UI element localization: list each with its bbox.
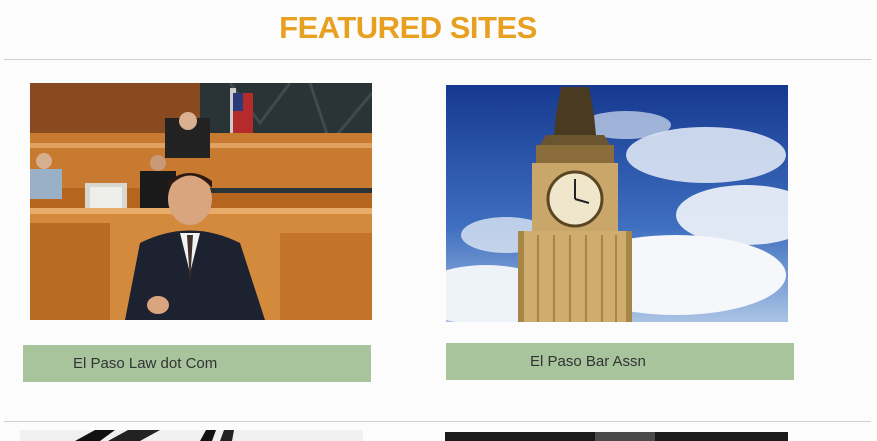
- el-paso-law-label: El Paso Law dot Com: [73, 355, 218, 372]
- el-paso-law-link[interactable]: El Paso Law dot Com: [23, 345, 371, 382]
- next-site-photo[interactable]: [20, 430, 363, 441]
- featured-sites-heading: FEATURED SITES: [279, 10, 537, 45]
- el-paso-bar-link[interactable]: El Paso Bar Assn: [446, 343, 794, 380]
- next-site-photo[interactable]: [445, 432, 788, 441]
- clock-tower-photo[interactable]: [446, 85, 788, 322]
- courtroom-photo[interactable]: [30, 83, 372, 320]
- divider: [4, 421, 871, 422]
- divider: [4, 59, 871, 60]
- el-paso-bar-label: El Paso Bar Assn: [530, 353, 646, 370]
